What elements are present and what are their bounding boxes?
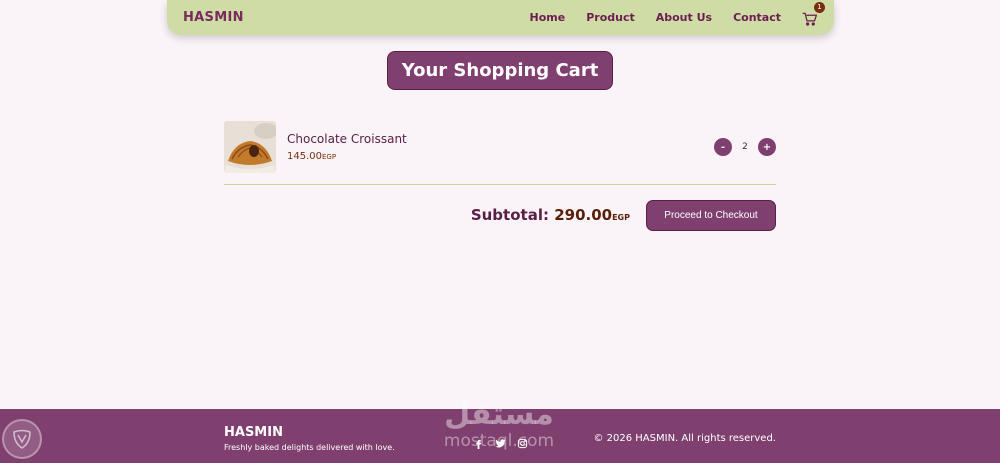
facebook-icon[interactable]	[473, 434, 484, 453]
logo-badge	[2, 419, 42, 459]
nav-links: Home Product About Us Contact 1	[530, 1, 825, 26]
cart-icon	[802, 12, 818, 26]
twitter-icon[interactable]	[495, 434, 506, 453]
quantity-value: 2	[742, 142, 748, 152]
subtotal: Subtotal: 290.00EGP	[471, 206, 630, 224]
product-name: Chocolate Croissant	[287, 132, 407, 146]
copyright: © 2026 HASMIN. All rights reserved.	[593, 433, 776, 444]
page-title: Your Shopping Cart	[387, 51, 613, 90]
logo-icon	[13, 429, 31, 449]
cart-button[interactable]: 1	[802, 1, 825, 26]
footer-brand: HASMIN	[224, 425, 283, 440]
nav-link-product[interactable]: Product	[586, 11, 635, 24]
footer: HASMIN Freshly baked delights delivered …	[0, 409, 1000, 463]
product-price: 145.00EGP	[287, 151, 337, 162]
quantity-stepper: - 2 +	[714, 138, 776, 156]
footer-tagline: Freshly baked delights delivered with lo…	[224, 443, 395, 452]
cart-count-badge: 1	[814, 1, 825, 13]
cart-item: Chocolate Croissant 145.00EGP - 2 +	[224, 121, 776, 185]
nav-link-home[interactable]: Home	[530, 11, 566, 24]
subtotal-value: 290.00	[554, 206, 613, 224]
brand-logo[interactable]: HASMIN	[183, 10, 244, 25]
increment-button[interactable]: +	[758, 138, 776, 156]
subtotal-currency: EGP	[612, 213, 630, 222]
subtotal-label: Subtotal:	[470, 206, 549, 224]
nav-link-contact[interactable]: Contact	[733, 11, 781, 24]
decrement-button[interactable]: -	[714, 138, 732, 156]
checkout-button[interactable]: Proceed to Checkout	[646, 200, 776, 231]
product-image	[224, 121, 276, 173]
nav-link-about[interactable]: About Us	[656, 11, 712, 24]
navbar: HASMIN Home Product About Us Contact 1	[167, 0, 834, 35]
social-links	[473, 434, 528, 453]
instagram-icon[interactable]	[517, 434, 528, 453]
